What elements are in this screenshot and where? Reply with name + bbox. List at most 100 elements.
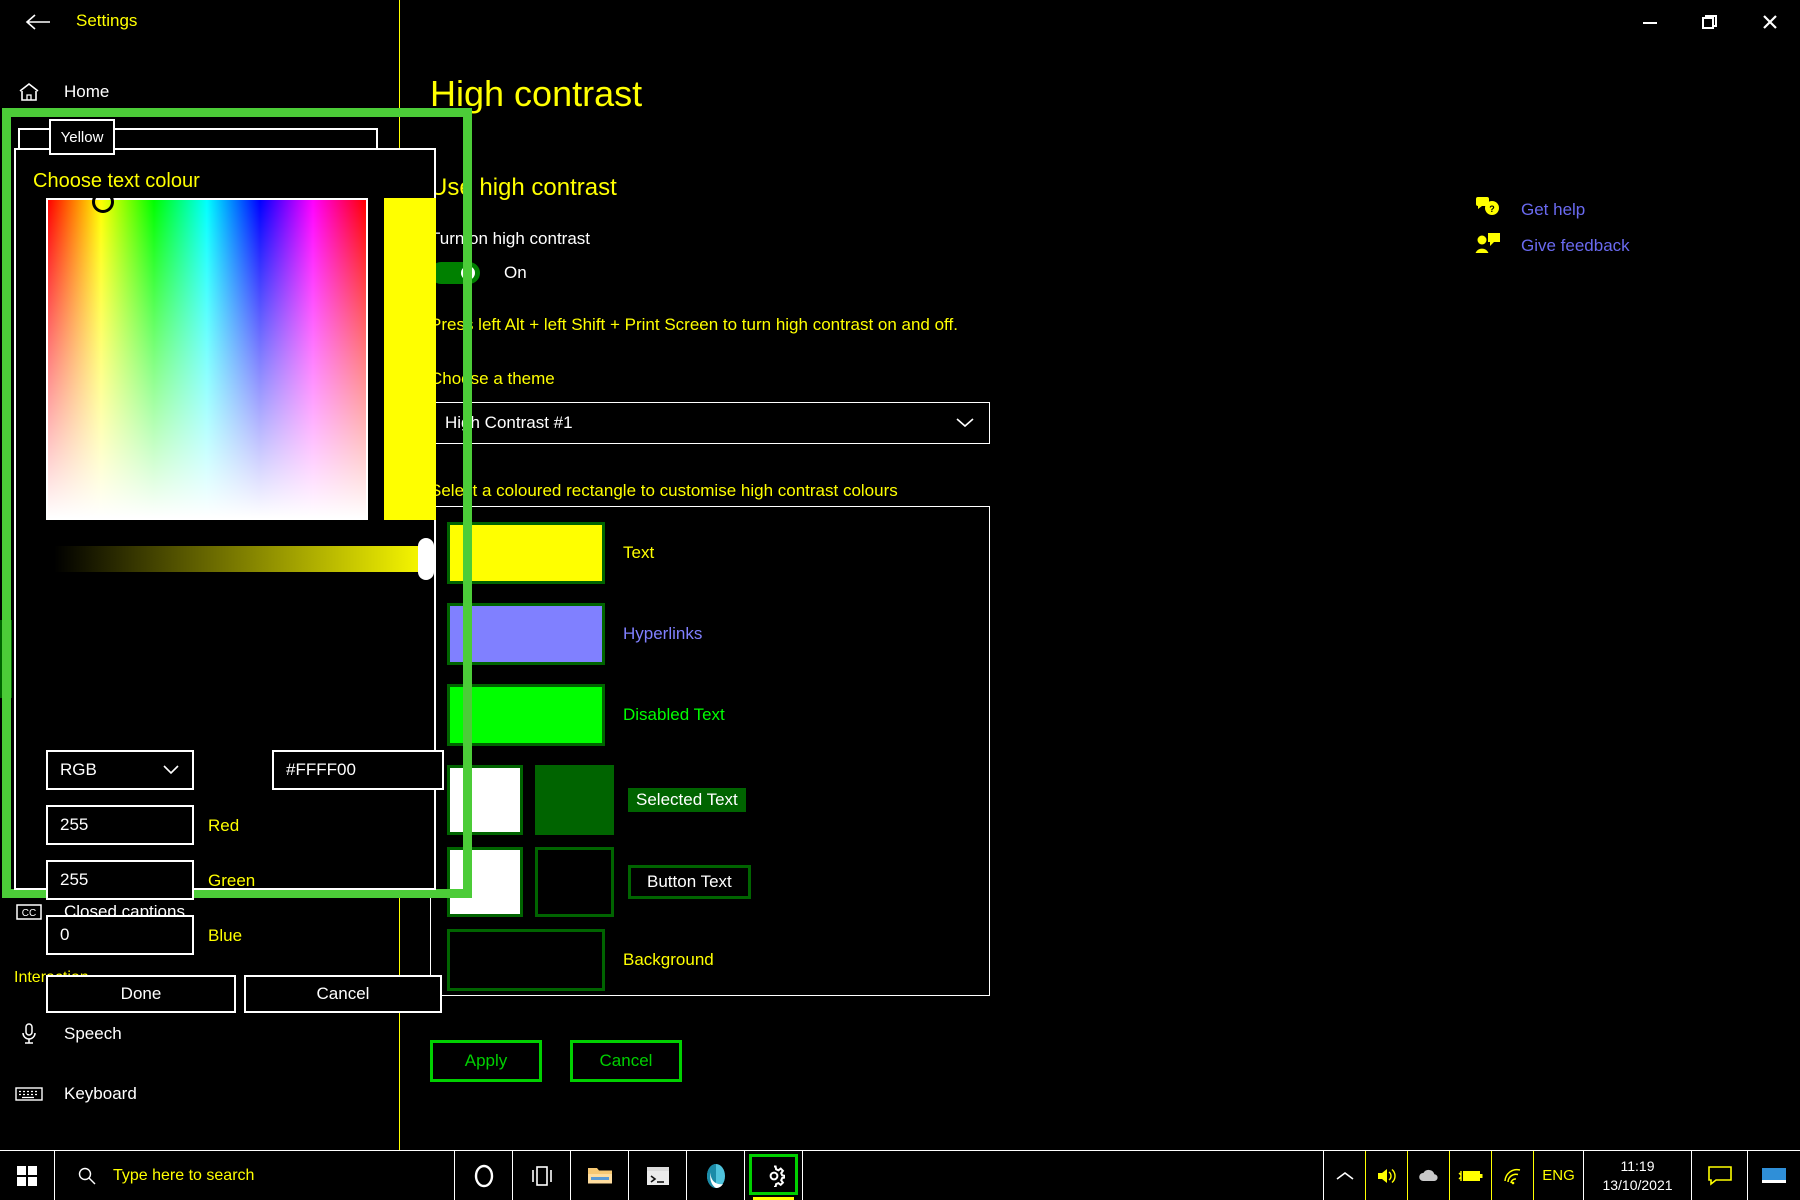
get-help-link[interactable]: ? Get help <box>1475 196 1585 223</box>
colour-gradient <box>48 200 366 518</box>
start-button[interactable] <box>0 1151 55 1200</box>
window-title: Settings <box>76 11 138 30</box>
command-prompt-button[interactable] <box>629 1151 687 1200</box>
green-channel-input[interactable]: 255 <box>46 860 194 900</box>
cortana-button[interactable] <box>455 1151 513 1200</box>
colour-swatch-background[interactable] <box>535 847 614 917</box>
clock-date: 13/10/2021 <box>1602 1176 1673 1193</box>
colour-row-selected-text[interactable]: Selected Text <box>447 765 746 835</box>
battery-button[interactable] <box>1450 1151 1492 1200</box>
wifi-icon <box>1503 1168 1520 1184</box>
apply-button[interactable]: Apply <box>430 1040 542 1082</box>
taskbar: Type here to search ENG 11:19 13/10/2021 <box>0 1150 1800 1200</box>
colour-row-disabled-text[interactable]: Disabled Text <box>447 684 725 746</box>
minimize-button[interactable] <box>1620 0 1680 44</box>
colour-cursor[interactable] <box>92 191 114 213</box>
give-feedback-link[interactable]: Give feedback <box>1475 232 1630 259</box>
colour-row-hyperlinks[interactable]: Hyperlinks <box>447 603 702 665</box>
colour-preview-swatch <box>384 198 436 520</box>
maximize-button[interactable] <box>1680 0 1740 44</box>
language-indicator[interactable]: ENG <box>1534 1151 1584 1200</box>
feedback-person-icon <box>1475 232 1501 259</box>
red-channel-label: Red <box>208 816 240 835</box>
sidebar-item-label: Keyboard <box>64 1084 137 1103</box>
speaker-icon <box>1377 1168 1396 1183</box>
colour-row-background[interactable]: Background <box>447 929 714 991</box>
back-button[interactable] <box>12 3 64 41</box>
notification-icon <box>1707 1165 1732 1186</box>
search-icon <box>78 1167 96 1184</box>
blue-channel-input[interactable]: 0 <box>46 915 194 955</box>
keyboard-icon <box>14 1085 44 1103</box>
back-arrow-icon <box>25 14 50 30</box>
show-desktop-button[interactable] <box>1748 1151 1800 1200</box>
question-bubble-icon: ? <box>1475 196 1501 223</box>
volume-button[interactable] <box>1366 1151 1408 1200</box>
microsoft-edge-icon <box>706 1163 725 1188</box>
task-view-button[interactable] <box>513 1151 571 1200</box>
close-icon <box>1763 15 1777 29</box>
red-channel-input[interactable]: 255 <box>46 805 194 845</box>
colour-picker-dialog: Choose text colour RGB #FFFF00 255 Red 2… <box>14 148 444 1013</box>
sidebar-item-home[interactable]: Home <box>14 72 109 112</box>
dialog-done-button[interactable]: Done <box>46 975 236 1013</box>
command-prompt-icon <box>646 1166 669 1185</box>
windows-start-icon <box>17 1165 37 1186</box>
network-button[interactable] <box>1492 1151 1534 1200</box>
monitor-icon <box>1762 1167 1786 1183</box>
theme-dropdown[interactable]: High Contrast #1 <box>430 402 990 444</box>
colour-mode-value: RGB <box>60 760 97 779</box>
colour-mode-select[interactable]: RGB <box>46 750 194 790</box>
colour-row-label: Hyperlinks <box>623 624 703 643</box>
action-center-button[interactable] <box>1692 1151 1748 1200</box>
colour-row-label: Button Text <box>628 865 751 899</box>
cortana-circle-icon <box>474 1164 493 1187</box>
battery-charging-icon <box>1458 1170 1482 1181</box>
cancel-button[interactable]: Cancel <box>570 1040 682 1082</box>
colour-row-text[interactable]: Text <box>447 522 654 584</box>
blue-channel-label: Blue <box>208 926 243 945</box>
get-help-label: Get help <box>1521 199 1586 219</box>
chevron-down-icon <box>955 415 975 432</box>
hex-value-input[interactable]: #FFFF00 <box>272 750 444 790</box>
colour-row-label: Text <box>623 543 655 562</box>
chevron-down-icon <box>162 760 180 780</box>
sidebar-item-speech[interactable]: Speech <box>14 1014 122 1054</box>
settings-gear-icon <box>769 1165 785 1187</box>
colour-row-label: Disabled Text <box>623 705 725 724</box>
file-explorer-icon <box>587 1167 612 1183</box>
screen: Settings Home CC Closed captions Speech … <box>0 0 1800 1200</box>
colour-row-button-text[interactable]: Button Text <box>447 847 751 917</box>
settings-taskbar-button[interactable] <box>745 1151 803 1200</box>
close-button[interactable] <box>1740 0 1800 44</box>
clock[interactable]: 11:19 13/10/2021 <box>1584 1151 1692 1200</box>
brightness-slider-track[interactable] <box>54 546 434 572</box>
shortcut-hint: Press left Alt + left Shift + Print Scre… <box>430 315 958 334</box>
show-hidden-icons-button[interactable] <box>1324 1151 1366 1200</box>
task-view-icon <box>531 1165 552 1186</box>
closed-captions-icon: CC <box>14 903 44 921</box>
system-tray: ENG 11:19 13/10/2021 <box>1324 1151 1800 1200</box>
green-channel-label: Green <box>208 871 256 890</box>
saturation-value-field[interactable] <box>46 191 368 520</box>
file-explorer-button[interactable] <box>571 1151 629 1200</box>
colour-row-label: Background <box>623 950 714 969</box>
microsoft-edge-button[interactable] <box>687 1151 745 1200</box>
chevron-up-icon <box>1336 1171 1353 1180</box>
dialog-cancel-button[interactable]: Cancel <box>244 975 442 1013</box>
main-content: High contrast Use high contrast Turn on … <box>400 44 1800 1150</box>
colour-swatch[interactable] <box>447 929 605 991</box>
search-box[interactable]: Type here to search <box>55 1151 455 1200</box>
colour-picker-title: Choose text colour <box>33 170 200 192</box>
taskbar-empty-area <box>803 1151 1324 1200</box>
colour-swatch-background[interactable] <box>535 765 614 835</box>
onedrive-button[interactable] <box>1408 1151 1450 1200</box>
home-icon <box>14 82 44 102</box>
cloud-icon <box>1418 1169 1438 1181</box>
sidebar-item-label: Home <box>64 82 110 101</box>
brightness-slider-thumb[interactable] <box>418 538 434 580</box>
colour-row-label: Selected Text <box>628 788 746 812</box>
sidebar-item-keyboard[interactable]: Keyboard <box>14 1074 137 1114</box>
microphone-icon <box>14 1022 44 1046</box>
colour-tooltip: Yellow <box>49 119 115 155</box>
